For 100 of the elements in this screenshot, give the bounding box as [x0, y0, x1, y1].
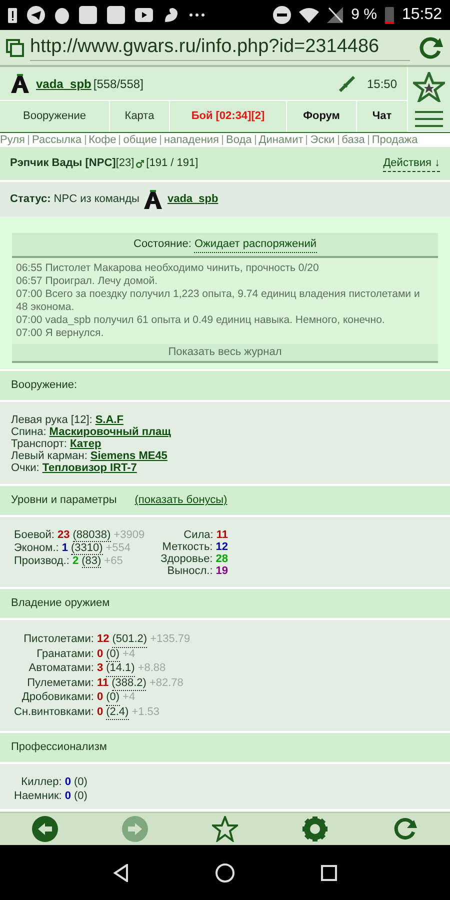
quick-link[interactable]: Эски [310, 134, 335, 146]
profession-label: Наемник: [14, 790, 62, 803]
attribute-label: Выносл.: [167, 565, 213, 577]
skill-level: 11 [96, 676, 109, 690]
experience-value: (2.4) [106, 706, 129, 720]
show-bonuses-link[interactable]: (показать бонусы) [134, 492, 228, 509]
slot-label: Левая рука [12]: [11, 414, 92, 426]
actions-link[interactable]: Действия ↓ [383, 154, 440, 172]
quick-link[interactable]: Кофе [88, 134, 116, 146]
state-value: Ожидает распоряжений [194, 236, 316, 254]
skill-label: Автоматами: [28, 662, 94, 676]
reload-icon[interactable] [418, 34, 444, 60]
skill-level: 0 [96, 648, 104, 662]
quick-link[interactable]: Рассылка [32, 134, 82, 146]
battery-alert-icon [8, 7, 17, 23]
no-signal-icon [327, 7, 344, 23]
log-entry: 07:00 Всего за поездку получил 1,223 опыта, 9.74 единиц владения пистолетами и 48 эконома. [16, 288, 421, 314]
attribute-value: 28 [216, 553, 228, 565]
skill-label: Дробовиками: [20, 691, 94, 705]
nav-tab[interactable]: Карта [110, 101, 170, 132]
bonus-value: +1.53 [132, 706, 160, 720]
player-link[interactable]: vada_spb [36, 74, 92, 92]
section-title: Вооружение: [11, 378, 78, 394]
team-logo-icon [10, 74, 30, 94]
log-entry: 07:00 Я вернулся. [16, 327, 105, 340]
bookmark-button[interactable] [212, 816, 238, 842]
nav-tab[interactable]: Форум [287, 101, 357, 132]
experience-value: (88038) [72, 529, 111, 542]
npc-hp: [191 / 191] [146, 156, 198, 172]
more-icon [189, 13, 205, 17]
back-icon[interactable] [113, 864, 129, 882]
section-title: Владение оружием [11, 596, 110, 612]
player-hp: [558/558] [93, 76, 144, 92]
slot-label: Транспорт: [11, 438, 67, 450]
battery-percent: 9 % [351, 4, 377, 25]
nav-tab[interactable]: Вооружение [0, 101, 110, 132]
level-value: 1 [62, 542, 68, 555]
reload-button[interactable] [392, 816, 418, 842]
skill-level: 0 [96, 691, 104, 705]
log-entry: 06:55 Пистолет Макарова необходимо чинить, прочность 0/20 [16, 262, 320, 275]
profession-level: 0 [64, 776, 71, 790]
section-title: Уровни и параметры [11, 493, 117, 508]
bonus-value: +4 [122, 648, 136, 662]
attribute-label: Меткость: [162, 541, 213, 553]
wifi-icon [299, 7, 320, 23]
quick-link[interactable]: Руля [0, 134, 25, 146]
skill-label: Гранатами: [36, 648, 94, 662]
experience-value: (0) [106, 691, 120, 706]
team-link[interactable]: vada_spb [167, 191, 218, 208]
clock: 15:52 [402, 5, 442, 25]
quick-link[interactable]: общие [123, 134, 158, 146]
menu-icon[interactable] [415, 110, 443, 126]
quick-link[interactable]: Динамит [258, 134, 304, 146]
quick-link[interactable]: Продажа [372, 134, 418, 146]
bonus-value: +135.79 [150, 633, 190, 647]
back-button[interactable] [32, 816, 58, 842]
home-icon[interactable] [215, 862, 235, 882]
npc-title: Рэпчик Вады [NPC][23] [10, 156, 134, 172]
bonus-value: +8.88 [138, 662, 166, 676]
nav-tab[interactable]: Чат [357, 101, 408, 132]
attribute-value: 19 [216, 565, 228, 577]
star-icon[interactable] [413, 72, 445, 102]
slot-label: Левый карман: [11, 450, 88, 462]
attribute-value: 11 [216, 529, 228, 541]
experience-value: (3310) [70, 542, 103, 555]
slot-label: Очки: [11, 462, 40, 474]
experience-value: (83) [82, 555, 102, 568]
item-link[interactable]: Тепловизор IRT-7 [42, 462, 137, 474]
show-log-button[interactable]: Показать весь журнал [12, 344, 438, 363]
status-text: Статус: NPC из команды [10, 192, 140, 208]
attribute-label: Сила: [184, 529, 214, 541]
skill-label: Сн.винтовками: [14, 706, 94, 720]
nav-tab[interactable]: Бой [02:34][2] [170, 101, 287, 132]
quick-link[interactable]: Вода [226, 134, 252, 146]
profession-label: Киллер: [20, 776, 62, 790]
section-title: Профессионализм [11, 740, 107, 756]
stat-label: Боевой: [14, 529, 54, 542]
server-time: 15:50 [366, 76, 397, 92]
skill-level: 0 [96, 706, 104, 720]
quick-link[interactable]: нападения [164, 134, 219, 146]
profession-level: 0 [64, 790, 71, 803]
item-link[interactable]: Катер [70, 438, 102, 450]
skill-label: Пистолетами: [22, 633, 94, 647]
item-link[interactable]: S.A.F [95, 414, 124, 426]
recents-icon[interactable] [321, 864, 337, 880]
settings-button[interactable] [302, 816, 328, 842]
stat-label: Производ.: [14, 555, 70, 568]
bonus-value: +82.78 [149, 676, 184, 690]
tabs-icon[interactable] [6, 38, 24, 56]
bonus-value: +65 [104, 555, 123, 568]
experience-value: (388.2) [112, 676, 146, 691]
experience-value: (0) [106, 648, 120, 662]
item-link[interactable]: Маскировочный плащ [49, 426, 171, 438]
male-icon [136, 160, 144, 168]
experience-value: (14.1) [106, 662, 135, 676]
skill-level: 3 [96, 662, 104, 676]
quick-link[interactable]: база [342, 134, 365, 146]
log-entry: 06:57 Проиграл. Лечу домой. [16, 275, 159, 288]
level-value: 2 [72, 555, 79, 568]
item-link[interactable]: Siemens ME45 [90, 450, 168, 462]
